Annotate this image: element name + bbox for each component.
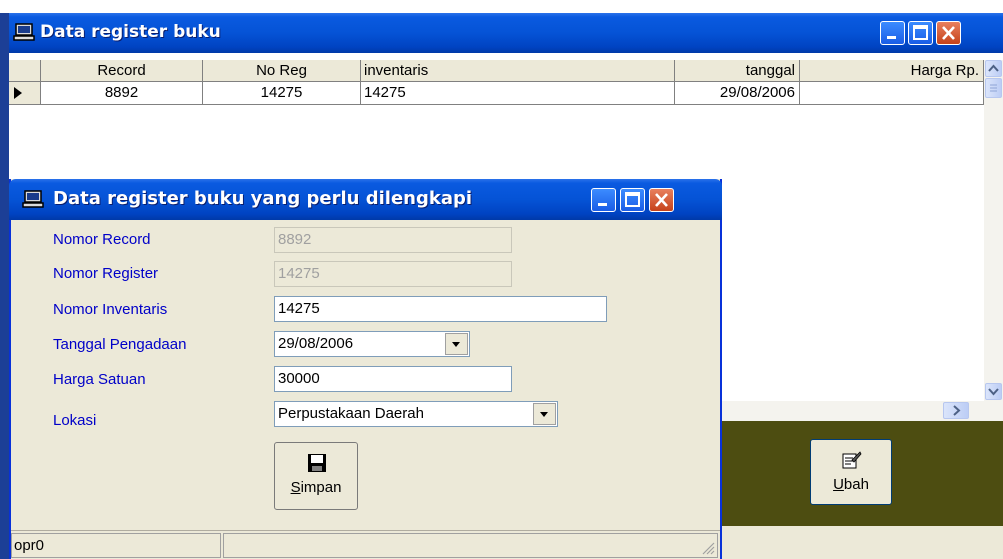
edit-icon xyxy=(842,451,862,469)
nomor-record-label: Nomor Record xyxy=(53,231,151,248)
maximize-button[interactable] xyxy=(908,21,933,45)
lokasi-dropdown-button[interactable] xyxy=(533,403,556,425)
row-indicator xyxy=(9,82,41,104)
close-button[interactable] xyxy=(936,21,961,45)
status-user: opr0 xyxy=(11,533,221,558)
scroll-down-icon xyxy=(988,388,999,396)
cell-harga[interactable] xyxy=(800,82,984,104)
close-icon xyxy=(655,193,668,207)
ubah-button[interactable]: Ubah xyxy=(810,439,892,505)
close-icon xyxy=(942,26,955,40)
chevron-down-icon xyxy=(540,412,548,417)
column-header-harga[interactable]: Harga Rp. xyxy=(800,60,984,81)
scroll-up-icon xyxy=(988,64,999,72)
cell-record[interactable]: 8892 xyxy=(41,82,203,104)
tanggal-pengadaan-value: 29/08/2006 xyxy=(278,335,354,352)
lokasi-value: Perpustakaan Daerah xyxy=(278,405,424,422)
current-row-arrow-icon xyxy=(14,87,22,99)
dialog-titlebar[interactable]: Data register buku yang perlu dilengkapi xyxy=(9,179,722,220)
lokasi-select[interactable]: Perpustakaan Daerah xyxy=(274,401,558,427)
nomor-inventaris-input[interactable]: 14275 xyxy=(274,296,607,322)
scroll-down-button[interactable] xyxy=(985,383,1002,400)
cell-no-reg[interactable]: 14275 xyxy=(203,82,361,104)
simpan-button[interactable]: Simpan xyxy=(274,442,358,510)
main-titlebar[interactable]: Data register buku xyxy=(0,13,1003,53)
row-selector-header xyxy=(9,60,41,81)
thumb-grip-icon xyxy=(990,84,997,92)
minimize-icon xyxy=(598,203,607,206)
tanggal-pengadaan-label: Tanggal Pengadaan xyxy=(53,336,187,353)
lokasi-label: Lokasi xyxy=(53,412,97,429)
dialog-close-button[interactable] xyxy=(649,188,674,212)
scroll-thumb[interactable] xyxy=(985,78,1002,98)
resize-grip-icon[interactable] xyxy=(701,541,715,555)
table-row[interactable]: 8892 14275 14275 29/08/2006 xyxy=(9,82,1003,105)
status-pane xyxy=(223,533,718,558)
dialog-maximize-button[interactable] xyxy=(620,188,645,212)
scroll-right-button[interactable] xyxy=(943,402,969,419)
nomor-record-field: 8892 xyxy=(274,227,512,253)
dialog-status-bar: opr0 xyxy=(11,530,720,559)
column-header-record[interactable]: Record xyxy=(41,60,203,81)
chevron-down-icon xyxy=(452,342,460,347)
ubah-label: Ubah xyxy=(833,476,869,493)
dialog-title: Data register buku yang perlu dilengkapi xyxy=(53,188,473,209)
harga-satuan-input[interactable]: 30000 xyxy=(274,366,512,392)
main-window-title: Data register buku xyxy=(40,22,221,42)
computer-icon xyxy=(22,190,44,208)
dialog-minimize-button[interactable] xyxy=(591,188,616,212)
scroll-right-icon xyxy=(953,405,961,416)
cell-inventaris[interactable]: 14275 xyxy=(361,82,675,104)
minimize-button[interactable] xyxy=(880,21,905,45)
computer-icon xyxy=(13,23,35,41)
column-header-no-reg[interactable]: No Reg xyxy=(203,60,361,81)
column-header-tanggal[interactable]: tanggal xyxy=(675,60,800,81)
scroll-up-button[interactable] xyxy=(985,60,1002,77)
maximize-icon xyxy=(625,192,640,207)
nomor-inventaris-label: Nomor Inventaris xyxy=(53,301,168,318)
grid-header: Record No Reg inventaris tanggal Harga R… xyxy=(9,60,1003,82)
minimize-icon xyxy=(887,36,896,39)
nomor-register-field: 14275 xyxy=(274,261,512,287)
simpan-label: Simpan xyxy=(290,479,342,496)
register-dialog: Data register buku yang perlu dilengkapi… xyxy=(9,179,722,559)
cell-tanggal[interactable]: 29/08/2006 xyxy=(675,82,800,104)
maximize-icon xyxy=(913,25,928,40)
harga-satuan-label: Harga Satuan xyxy=(53,371,146,388)
floppy-disk-icon xyxy=(308,454,326,472)
window-left-border xyxy=(0,13,9,559)
column-header-inventaris[interactable]: inventaris xyxy=(361,60,675,81)
date-dropdown-button[interactable] xyxy=(445,333,468,355)
nomor-register-label: Nomor Register xyxy=(53,265,159,282)
tanggal-pengadaan-picker[interactable]: 29/08/2006 xyxy=(274,331,470,357)
vertical-scrollbar[interactable] xyxy=(984,60,1003,401)
